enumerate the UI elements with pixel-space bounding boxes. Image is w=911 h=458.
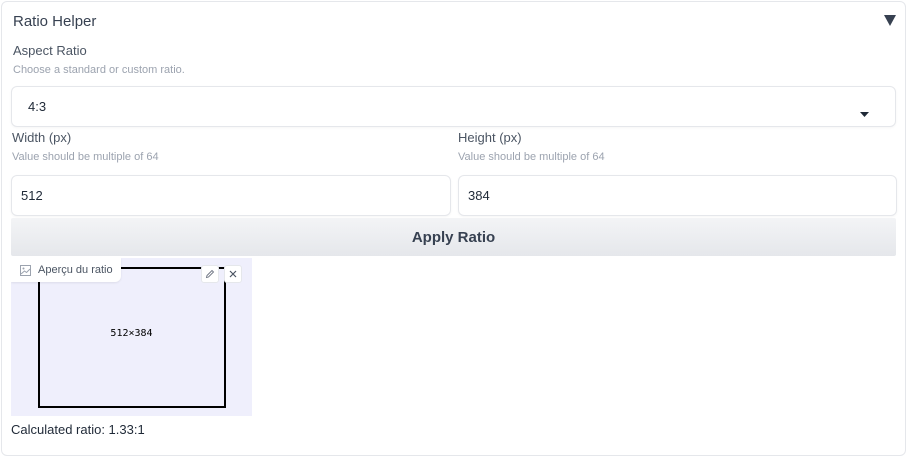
preview-label-text: Aperçu du ratio — [38, 264, 113, 276]
height-field — [458, 175, 897, 216]
ratio-preview-image: 512×384 Aperçu du ratio — [11, 258, 252, 416]
width-input[interactable] — [12, 176, 450, 215]
edit-button[interactable] — [201, 265, 219, 283]
width-label: Width (px) — [12, 130, 72, 145]
close-icon — [229, 270, 237, 278]
width-info: Value should be multiple of 64 — [12, 151, 159, 163]
chevron-down-icon — [860, 105, 869, 117]
aspect-ratio-dropdown[interactable]: 4:3 — [11, 86, 896, 127]
preview-dimensions-text: 512×384 — [110, 328, 153, 339]
apply-ratio-button[interactable]: Apply Ratio — [11, 218, 896, 256]
image-icon — [20, 264, 31, 276]
aspect-ratio-label: Aspect Ratio — [13, 43, 87, 58]
calculated-ratio-text: Calculated ratio: 1.33:1 — [11, 422, 145, 437]
height-input[interactable] — [459, 176, 896, 215]
height-info: Value should be multiple of 64 — [458, 151, 605, 163]
aspect-ratio-info: Choose a standard or custom ratio. — [13, 64, 185, 76]
panel-title: Ratio Helper — [13, 13, 97, 30]
clear-button[interactable] — [224, 265, 242, 283]
preview-label: Aperçu du ratio — [11, 258, 121, 282]
height-label: Height (px) — [458, 130, 522, 145]
edit-icon — [205, 269, 215, 279]
triangle-down-icon[interactable] — [883, 14, 897, 27]
width-field — [11, 175, 451, 216]
aspect-ratio-value: 4:3 — [28, 99, 47, 114]
